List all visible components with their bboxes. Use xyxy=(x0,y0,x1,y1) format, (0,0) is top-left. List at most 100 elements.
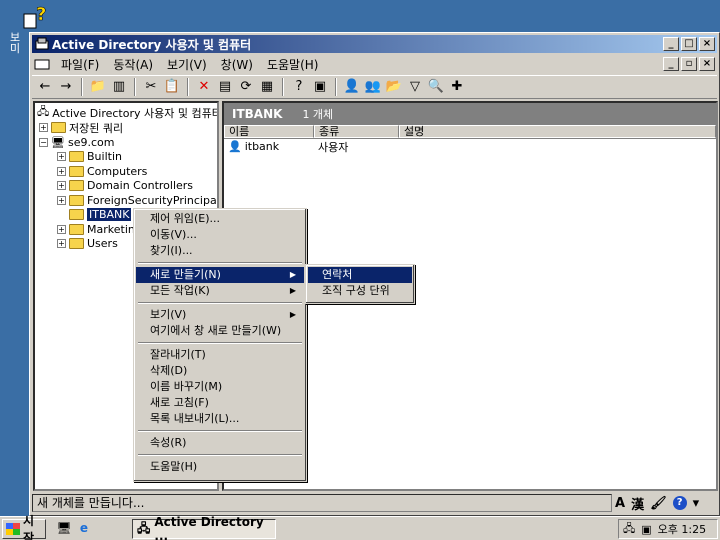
submenu-contact[interactable]: 연락처 xyxy=(308,267,412,283)
menu-cut[interactable]: 잘라내기(T) xyxy=(136,347,304,363)
menu-rename[interactable]: 이름 바꾸기(M) xyxy=(136,379,304,395)
ime-tray-icon[interactable]: ▣ xyxy=(641,523,651,536)
menu-help[interactable]: 도움말(H) xyxy=(136,459,304,475)
collapse-icon[interactable]: − xyxy=(39,138,48,147)
expand-icon[interactable]: + xyxy=(57,196,66,205)
paste-icon[interactable]: 📋 xyxy=(163,78,181,96)
ime-hanja[interactable]: 漢 xyxy=(631,494,644,513)
folder-icon xyxy=(51,122,66,133)
menu-export-list[interactable]: 목록 내보내기(L)... xyxy=(136,411,304,427)
taskbar-item-active-directory[interactable]: 🖧 Active Directory ... xyxy=(132,515,276,540)
back-arrow-icon[interactable]: ← xyxy=(36,78,54,96)
refresh-icon[interactable]: ⟳ xyxy=(237,78,255,96)
tree-root[interactable]: 🖧 Active Directory 사용자 및 컴퓨터 xyxy=(37,105,217,120)
column-headers: 이름 종류 설명 xyxy=(224,125,716,139)
help-desktop-icon[interactable]: ? xyxy=(22,4,52,30)
network-tray-icon[interactable]: 🖧 xyxy=(623,520,635,539)
new-submenu: 연락처 조직 구성 단위 xyxy=(305,264,415,304)
menu-new-window-from-here[interactable]: 여기에서 창 새로 만들기(W) xyxy=(136,323,304,339)
column-type[interactable]: 종류 xyxy=(314,125,399,138)
column-description[interactable]: 설명 xyxy=(399,125,716,138)
column-name[interactable]: 이름 xyxy=(224,125,314,138)
forward-arrow-icon[interactable]: → xyxy=(57,78,75,96)
tree-item-users[interactable]: + Users xyxy=(57,236,118,251)
submenu-organizational-unit[interactable]: 조직 구성 단위 xyxy=(308,283,412,299)
filter-icon[interactable]: ▽ xyxy=(406,78,424,96)
delete-icon[interactable]: ✕ xyxy=(195,78,213,96)
submenu-arrow-icon: ▶ xyxy=(289,286,296,295)
user-icon: 👤 xyxy=(228,140,242,153)
toolbar: ← → 📁 ▥ ✂ 📋 ✕ ▤ ⟳ ▦ ? ▣ 👤 👥 📂 ▽ 🔍 ✚ xyxy=(32,75,717,99)
submenu-arrow-icon: ▶ xyxy=(289,310,296,319)
add-to-group-icon[interactable]: ✚ xyxy=(448,78,466,96)
menu-view[interactable]: 보기(V) ▶ xyxy=(136,307,304,323)
ime-mode-a[interactable]: A xyxy=(615,496,625,511)
expand-icon[interactable]: + xyxy=(57,225,66,234)
ad-app-icon xyxy=(35,37,49,50)
menu-all-tasks[interactable]: 모든 작업(K) ▶ xyxy=(136,283,304,299)
tree-item-domain[interactable]: − 🖥 se9.com xyxy=(39,135,114,150)
expand-icon[interactable]: + xyxy=(39,123,48,132)
start-button[interactable]: 시작 xyxy=(2,514,46,540)
menu-window[interactable]: 창(W) xyxy=(214,56,260,73)
minimize-button[interactable]: _ xyxy=(663,37,679,51)
menu-find[interactable]: 찾기(I)... xyxy=(136,243,304,259)
ime-help-icon[interactable]: ? xyxy=(672,496,687,510)
show-tree-icon[interactable]: ▥ xyxy=(110,78,128,96)
console-icon[interactable] xyxy=(34,57,50,71)
up-folder-icon[interactable]: 📁 xyxy=(89,78,107,96)
tree-item-itbank[interactable]: ITBANK xyxy=(69,207,132,222)
ime-options-icon[interactable]: ▾ xyxy=(693,496,700,511)
table-row[interactable]: 👤 itbank 사용자 xyxy=(224,139,716,154)
menu-delete[interactable]: 삭제(D) xyxy=(136,363,304,379)
menu-help[interactable]: 도움말(H) xyxy=(260,56,326,73)
properties-icon[interactable]: ▤ xyxy=(216,78,234,96)
menu-properties[interactable]: 속성(R) xyxy=(136,435,304,451)
help-icon[interactable]: ? xyxy=(290,78,308,96)
ie-icon[interactable]: e xyxy=(76,521,92,537)
menu-delegate-control[interactable]: 제어 위임(E)... xyxy=(136,211,304,227)
new-user-icon[interactable]: 👤 xyxy=(343,78,361,96)
mdi-restore-button[interactable]: ▫ xyxy=(681,57,697,71)
tree-item-marketing[interactable]: + Marketin xyxy=(57,222,135,237)
new-group-icon[interactable]: 👥 xyxy=(364,78,382,96)
show-desktop-icon[interactable]: 🖥 xyxy=(56,521,72,537)
tree-item-computers[interactable]: + Computers xyxy=(57,164,147,179)
folder-icon xyxy=(69,238,84,249)
tree-item-domain-controllers[interactable]: + Domain Controllers xyxy=(57,178,193,193)
menu-action[interactable]: 동작(A) xyxy=(106,56,160,73)
title-bar[interactable]: Active Directory 사용자 및 컴퓨터 _ □ × xyxy=(32,35,717,53)
maximize-button[interactable]: □ xyxy=(681,37,697,51)
menu-move[interactable]: 이동(V)... xyxy=(136,227,304,243)
tree-item-foreign-security-principals[interactable]: + ForeignSecurityPrincipals xyxy=(57,193,217,208)
folder-icon xyxy=(69,195,84,206)
find-icon[interactable]: 🔍 xyxy=(427,78,445,96)
menu-refresh[interactable]: 새로 고침(F) xyxy=(136,395,304,411)
ou-folder-icon xyxy=(69,209,84,220)
cut-icon[interactable]: ✂ xyxy=(142,78,160,96)
ime-pad-icon[interactable]: 🖌 xyxy=(650,496,667,511)
details-header-title: ITBANK xyxy=(232,107,283,121)
mdi-close-button[interactable]: × xyxy=(699,57,715,71)
taskbar: 시작 🖥 e 🖧 Active Directory ... 🖧 ▣ 오후 1:2… xyxy=(0,514,720,540)
ad-app-icon: 🖧 xyxy=(137,520,151,535)
context-menu: 제어 위임(E)... 이동(V)... 찾기(I)... 새로 만들기(N) ▶… xyxy=(133,208,307,482)
menu-bar: 파일(F) 동작(A) 보기(V) 창(W) 도움말(H) _ ▫ × xyxy=(32,54,717,74)
export-icon[interactable]: ▦ xyxy=(258,78,276,96)
tree-item-builtin[interactable]: + Builtin xyxy=(57,149,122,164)
expand-icon[interactable]: + xyxy=(57,167,66,176)
console-tree-icon[interactable]: ▣ xyxy=(311,78,329,96)
close-button[interactable]: × xyxy=(699,37,715,51)
mdi-minimize-button[interactable]: _ xyxy=(663,57,679,71)
expand-icon[interactable]: + xyxy=(57,152,66,161)
expand-icon[interactable]: + xyxy=(57,239,66,248)
menu-view[interactable]: 보기(V) xyxy=(160,56,214,73)
expand-icon[interactable]: + xyxy=(57,181,66,190)
new-ou-icon[interactable]: 📂 xyxy=(385,78,403,96)
svg-text:?: ? xyxy=(36,4,46,25)
tree-item-saved-queries[interactable]: + 저장된 쿼리 xyxy=(39,120,123,135)
ou-folder-icon xyxy=(69,224,84,235)
folder-icon xyxy=(69,166,84,177)
menu-new[interactable]: 새로 만들기(N) ▶ xyxy=(136,267,304,283)
menu-file[interactable]: 파일(F) xyxy=(54,56,106,73)
